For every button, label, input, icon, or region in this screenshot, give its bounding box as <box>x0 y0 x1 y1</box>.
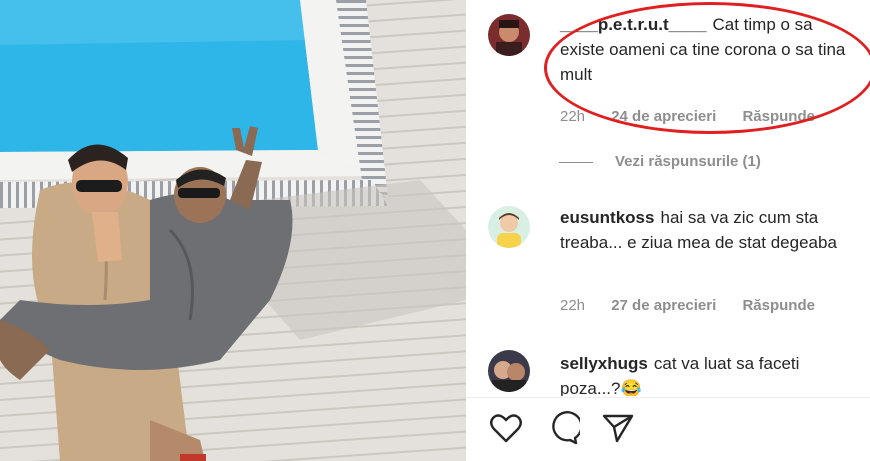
reply-button[interactable]: Răspunde <box>742 297 815 314</box>
comment-item: sellyxhugs cat va luat sa faceti poza...?… <box>488 350 868 396</box>
comment-time: 22h <box>560 297 586 314</box>
comment-username[interactable]: eusuntkoss <box>560 208 654 227</box>
avatar[interactable] <box>488 14 530 56</box>
avatar[interactable] <box>488 350 530 392</box>
comment-item: eusuntkoss hai sa va zic cum sta treaba..… <box>488 206 868 316</box>
comment-meta: 22h 27 de aprecieri Răspunde <box>560 297 837 314</box>
view-replies-button[interactable]: Vezi răspunsurile (1) <box>559 153 761 170</box>
view-replies-label: Vezi răspunsurile (1) <box>615 153 761 170</box>
comment-username[interactable]: sellyxhugs <box>560 354 648 373</box>
comment-icon[interactable] <box>544 410 583 446</box>
highlight-ellipse <box>544 2 870 134</box>
heart-icon[interactable] <box>488 410 524 446</box>
post-photo <box>0 0 466 461</box>
share-icon[interactable] <box>600 410 636 446</box>
comment-time: 22h <box>560 108 586 125</box>
replies-line <box>559 161 593 163</box>
comment-text: sellyxhugs cat va luat sa faceti poza...?… <box>560 351 860 396</box>
avatar[interactable] <box>488 206 530 248</box>
comment-text: eusuntkoss hai sa va zic cum sta treaba..… <box>560 205 860 255</box>
divider <box>466 397 870 398</box>
comment-likes[interactable]: 27 de aprecieri <box>611 297 716 314</box>
